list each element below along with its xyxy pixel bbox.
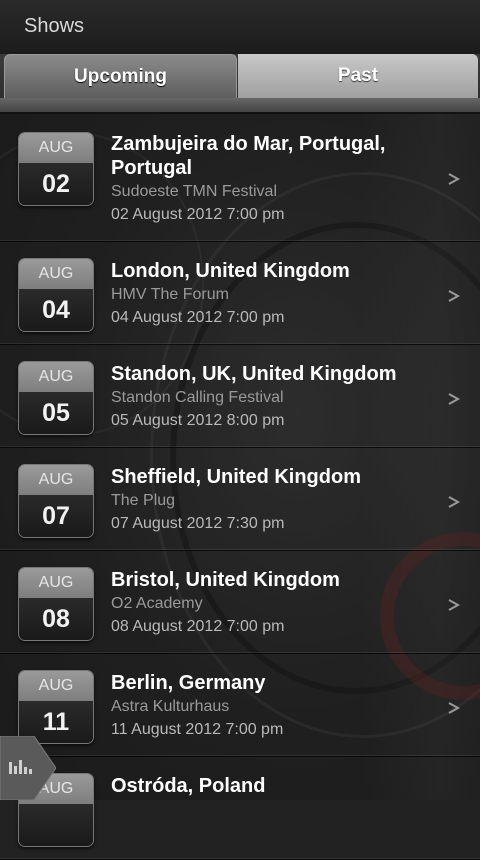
show-datetime: 04 August 2012 7:00 pm [111, 309, 285, 326]
show-row[interactable]: AUG 04 London, United Kingdom HMV The Fo… [0, 242, 480, 345]
date-month: AUG [19, 671, 93, 701]
date-month: AUG [19, 362, 93, 392]
date-day: 08 [19, 598, 93, 640]
tab-bar: Upcoming Past [0, 54, 480, 114]
equalizer-icon [0, 735, 57, 801]
date-day: 07 [19, 495, 93, 537]
show-city: Ostróda, Poland [111, 775, 266, 797]
date-badge: AUG 05 [18, 361, 94, 435]
chevron-right-icon [446, 287, 464, 305]
date-day: 02 [19, 163, 93, 205]
date-badge: AUG 07 [18, 464, 94, 538]
show-city: Berlin, Germany [111, 672, 266, 694]
show-city: Bristol, United Kingdom [111, 569, 340, 591]
date-badge: AUG 08 [18, 567, 94, 641]
show-row[interactable]: AUG 02 Zambujeira do Mar, Portugal, Port… [0, 112, 480, 242]
show-city: London, United Kingdom [111, 260, 350, 282]
show-row[interactable]: AUG 11 Berlin, Germany Astra Kulturhaus … [0, 654, 480, 757]
show-datetime: 05 August 2012 8:00 pm [111, 412, 285, 429]
show-datetime: 02 August 2012 7:00 pm [111, 206, 285, 223]
show-datetime: 08 August 2012 7:00 pm [111, 618, 285, 635]
chevron-right-icon [446, 699, 464, 717]
date-day: 05 [19, 392, 93, 434]
show-venue: Standon Calling Festival [111, 389, 284, 406]
show-row[interactable]: AUG Ostróda, Poland [0, 757, 480, 860]
show-row[interactable]: AUG 07 Sheffield, United Kingdom The Plu… [0, 448, 480, 551]
page-title: Shows [24, 15, 85, 37]
show-venue: HMV The Forum [111, 286, 229, 303]
tab-past[interactable]: Past [238, 54, 478, 98]
date-month: AUG [19, 465, 93, 495]
date-month: AUG [19, 259, 93, 289]
date-badge: AUG 02 [18, 132, 94, 206]
show-venue: Astra Kulturhaus [111, 698, 230, 715]
chevron-right-icon [446, 390, 464, 408]
date-day [19, 804, 93, 846]
date-month: AUG [19, 568, 93, 598]
show-city: Sheffield, United Kingdom [111, 466, 361, 488]
show-venue: The Plug [111, 492, 176, 509]
date-badge: AUG 04 [18, 258, 94, 332]
date-badge: AUG 11 [18, 670, 94, 744]
show-venue: Sudoeste TMN Festival [111, 183, 277, 200]
chevron-right-icon [446, 493, 464, 511]
show-row[interactable]: AUG 05 Standon, UK, United Kingdom Stand… [0, 345, 480, 448]
tab-upcoming[interactable]: Upcoming [4, 54, 237, 98]
chevron-right-icon [446, 170, 464, 188]
shows-list: AUG 02 Zambujeira do Mar, Portugal, Port… [0, 112, 480, 860]
show-city: Standon, UK, United Kingdom [111, 363, 397, 385]
chevron-right-icon [446, 596, 464, 614]
title-bar: Shows [0, 0, 480, 55]
show-datetime: 07 August 2012 7:30 pm [111, 515, 285, 532]
show-city: Zambujeira do Mar, Portugal, Portugal [111, 133, 386, 179]
show-row[interactable]: AUG 08 Bristol, United Kingdom O2 Academ… [0, 551, 480, 654]
now-playing-button[interactable] [0, 735, 57, 801]
show-datetime: 11 August 2012 7:00 pm [111, 721, 284, 738]
show-venue: O2 Academy [111, 595, 203, 612]
date-month: AUG [19, 133, 93, 163]
date-day: 04 [19, 289, 93, 331]
